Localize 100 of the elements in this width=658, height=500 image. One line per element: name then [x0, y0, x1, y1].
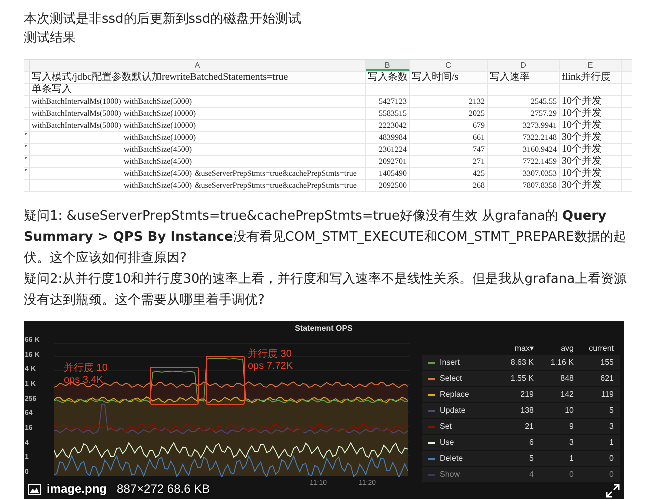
table-cell: 写入条数 [366, 72, 410, 83]
series-name: Insert [440, 358, 462, 367]
highlight-rectangle [150, 367, 199, 405]
column-header: C [410, 60, 488, 71]
table-cell: 7807.8358 [523, 181, 557, 190]
series-name: Show [440, 470, 462, 479]
expand-icon[interactable] [606, 484, 620, 498]
table-cell: 271 [473, 157, 485, 166]
series-value: 119 [600, 390, 614, 399]
series-value: 0 [608, 470, 614, 479]
table-cell: 661 [473, 133, 485, 142]
legend-row[interactable]: Select 1.55 K 848 621 [422, 371, 620, 387]
annotation-text: ops 7.72K [248, 361, 294, 373]
table-cell: withBatchSize(10000) [124, 108, 196, 119]
table-cell: withBatchSize(4500) [124, 180, 192, 191]
series-value: 3 [608, 422, 614, 431]
annotation-text: 并行度 30 [248, 349, 293, 361]
series-name: Select [440, 374, 464, 383]
series-value: 9 [568, 422, 574, 431]
annotation-text: 并行度 10 [64, 363, 108, 375]
table-cell: 5583515 [379, 109, 407, 118]
series-value: 1 [608, 438, 614, 447]
legend-row[interactable]: Use 6 3 1 [422, 435, 620, 451]
table-cell: 写入时间/s [410, 72, 488, 83]
image-icon [28, 484, 41, 494]
table-cell: 写入模式/jdbc配置参数默认加rewriteBatchedStatements=true [32, 72, 288, 83]
table-cell: &useServerPrepStmts=true&cachePrepStmts=true [194, 180, 357, 191]
column-header: D [488, 60, 560, 71]
series-value: 6 [528, 438, 534, 447]
series-name: Set [440, 422, 454, 431]
series-value: 4 [528, 470, 534, 479]
question-text: 疑问1: &useServerPrepStmts=true&cachePrepStmts=true好像没有生效 从grafana的 Query Summary > QPS By Instance没有看见COM_STMT_EXECUTE和COM_STMT_PREPARE数据的起伏。这个应该如何排查原因? [24, 208, 628, 268]
table-cell: withBatchIntervalMs(5000) [32, 108, 122, 119]
table-cell: 3273.9941 [523, 121, 557, 130]
series-name: Delete [440, 454, 464, 463]
series-name: Update [440, 406, 467, 415]
series-value: 155 [600, 358, 614, 367]
legend-row[interactable]: Delete 5 1 0 [422, 451, 620, 467]
legend-column-header[interactable]: avg [534, 344, 574, 352]
series-value: 142 [560, 390, 574, 399]
legend-row[interactable]: Insert 8.63 K 1.16 K 155 [422, 355, 620, 371]
series-name: Replace [440, 390, 470, 399]
series-value: 0 [568, 470, 574, 479]
table-cell: 4839984 [379, 133, 407, 142]
table-cell: 5427123 [379, 97, 407, 106]
table-cell: withBatchSize(4500) [124, 144, 192, 155]
question-text: 疑问2:从并行度10和并行度30的速率上看，并行度和写入速率不是线性关系。但是我从grafana上看资源没有达到瓶颈。这个需要从哪里着手调优? [24, 271, 628, 310]
legend-row[interactable]: Show 4 0 0 [422, 467, 620, 483]
legend-row[interactable]: Set 21 9 3 [422, 419, 620, 435]
table-cell: 2361224 [379, 145, 407, 154]
column-header: B [366, 60, 410, 71]
table-cell: withBatchIntervalMs(1000) [32, 96, 122, 107]
table-cell: withBatchIntervalMs(5000) [32, 120, 122, 131]
table-cell: 7722.1459 [523, 157, 557, 166]
table-cell: withBatchSize(10000) [124, 132, 196, 143]
table-cell: 7322.2148 [523, 133, 557, 142]
series-value: 138 [520, 406, 534, 415]
series-value: 219 [520, 390, 534, 399]
table-cell: withBatchSize(4500) [124, 156, 192, 167]
table-cell: 747 [473, 145, 485, 154]
table-cell: 268 [473, 181, 485, 190]
series-value: 5 [608, 406, 614, 415]
series-value: 0 [608, 454, 614, 463]
table-cell: 679 [473, 121, 485, 130]
panel-title: Statement OPS [295, 324, 353, 333]
series-value: 5 [528, 454, 534, 463]
series-value: 8.63 K [510, 358, 534, 367]
annotation-text: ops 3.4K [64, 375, 104, 387]
series-value: 1.55 K [510, 374, 534, 383]
series-value: 1.16 K [550, 358, 574, 367]
table-cell: 3160.9424 [523, 145, 557, 154]
table-cell: 2092500 [379, 181, 407, 190]
legend-row[interactable]: Replace 219 142 119 [422, 387, 620, 403]
series-value: 621 [600, 374, 614, 383]
series-value: 848 [560, 374, 574, 383]
table-cell: 单条写入 [32, 84, 72, 95]
table-cell: withBatchSize(4500) [124, 168, 192, 179]
series-value: 10 [564, 406, 574, 415]
table-cell: 425 [473, 169, 485, 178]
series-value: 3 [568, 438, 574, 447]
table-cell: 1405490 [379, 169, 407, 178]
column-header: E [560, 60, 622, 71]
legend-row[interactable]: Update 138 10 5 [422, 403, 620, 419]
intro-text: 测试结果 [24, 30, 77, 48]
table-cell: &useServerPrepStmts=true&cachePrepStmts=true [194, 168, 357, 179]
legend-column-header[interactable]: max▾ [494, 344, 534, 352]
file-info: 887×272 68.6 KB [117, 482, 210, 496]
table-cell: 2025 [469, 109, 485, 118]
series-name: Use [440, 438, 456, 447]
table-cell: 3307.0353 [523, 169, 557, 178]
file-name: image.png [47, 482, 108, 496]
table-cell: 2757.29 [531, 109, 557, 118]
series-value: 1 [568, 454, 574, 463]
table-cell: withBatchSize(10000) [124, 120, 196, 131]
highlight-rectangle [206, 356, 245, 405]
table-cell: withBatchSize(5000) [124, 96, 192, 107]
intro-text: 本次测试是非ssd的后更新到ssd的磁盘开始测试 [24, 11, 303, 29]
table-cell: 2092701 [379, 157, 407, 166]
table-cell: 2223042 [379, 121, 407, 130]
legend-column-header[interactable]: current [574, 344, 614, 352]
